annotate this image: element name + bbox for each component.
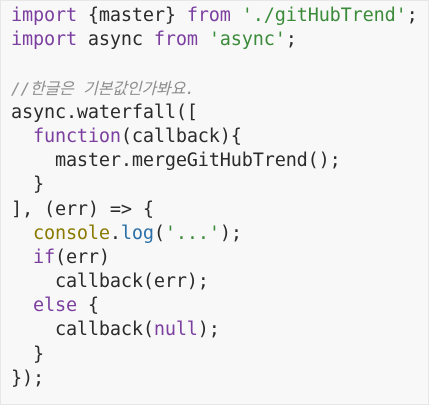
code-token: null [153,319,198,341]
code-token: 'async' [208,29,286,51]
code-line: } [11,343,418,367]
code-token: callback( [11,319,154,341]
code-line: master.mergeGitHubTrend(); [11,149,418,173]
code-token: ; [406,5,418,26]
code-block[interactable]: import {master} from './gitHubTrend'; imp… [11,4,418,391]
code-line: } [11,173,418,197]
code-token: } [11,174,44,196]
code-line: callback(err); [11,270,418,294]
code-line: //한글은 기본값인가봐요. [11,77,418,101]
code-token: } [11,343,44,365]
code-token: //한글은 기본값인가봐요. [11,78,195,98]
code-token: ; [285,29,297,51]
code-token: log [120,222,154,244]
code-line: console.log('...'); [11,222,418,246]
code-token: (err) [54,246,110,268]
code-token: async.waterfall([ [11,101,198,123]
code-token: './gitHubTrend' [241,5,407,26]
code-token: {master} [76,5,187,26]
code-line: if(err) [11,246,418,270]
code-token: ); [197,319,220,341]
code-token: ( [153,222,165,244]
code-token: import [11,29,77,51]
code-token: ], (err) => { [11,198,154,220]
code-token: from [186,5,231,26]
code-token: { [76,295,99,317]
code-line: async.waterfall([ [11,101,418,125]
code-token: import [11,5,77,26]
code-token: }); [11,367,44,389]
code-line: ], (err) => { [11,198,418,222]
code-token: function [32,125,121,147]
code-token: console [32,222,110,244]
code-token: '...' [164,222,220,244]
code-editor[interactable]: import {master} from './gitHubTrend'; imp… [0,0,429,405]
code-token: async [76,29,154,51]
code-token: from [153,29,198,51]
code-token: if [32,246,55,268]
code-token: ); [219,222,242,244]
code-token: master.mergeGitHubTrend(); [11,150,341,172]
code-line: else { [11,294,418,318]
code-token: (callback){ [120,125,242,147]
code-token: else [32,295,77,317]
code-line: }); [11,367,418,391]
code-line: function(callback){ [11,125,418,149]
code-line: import {master} from './gitHubTrend'; [11,4,418,28]
code-line: callback(null); [11,318,418,342]
code-token: . [109,222,121,244]
code-line: import async from 'async'; [11,28,418,52]
code-token: callback(err); [11,271,209,293]
